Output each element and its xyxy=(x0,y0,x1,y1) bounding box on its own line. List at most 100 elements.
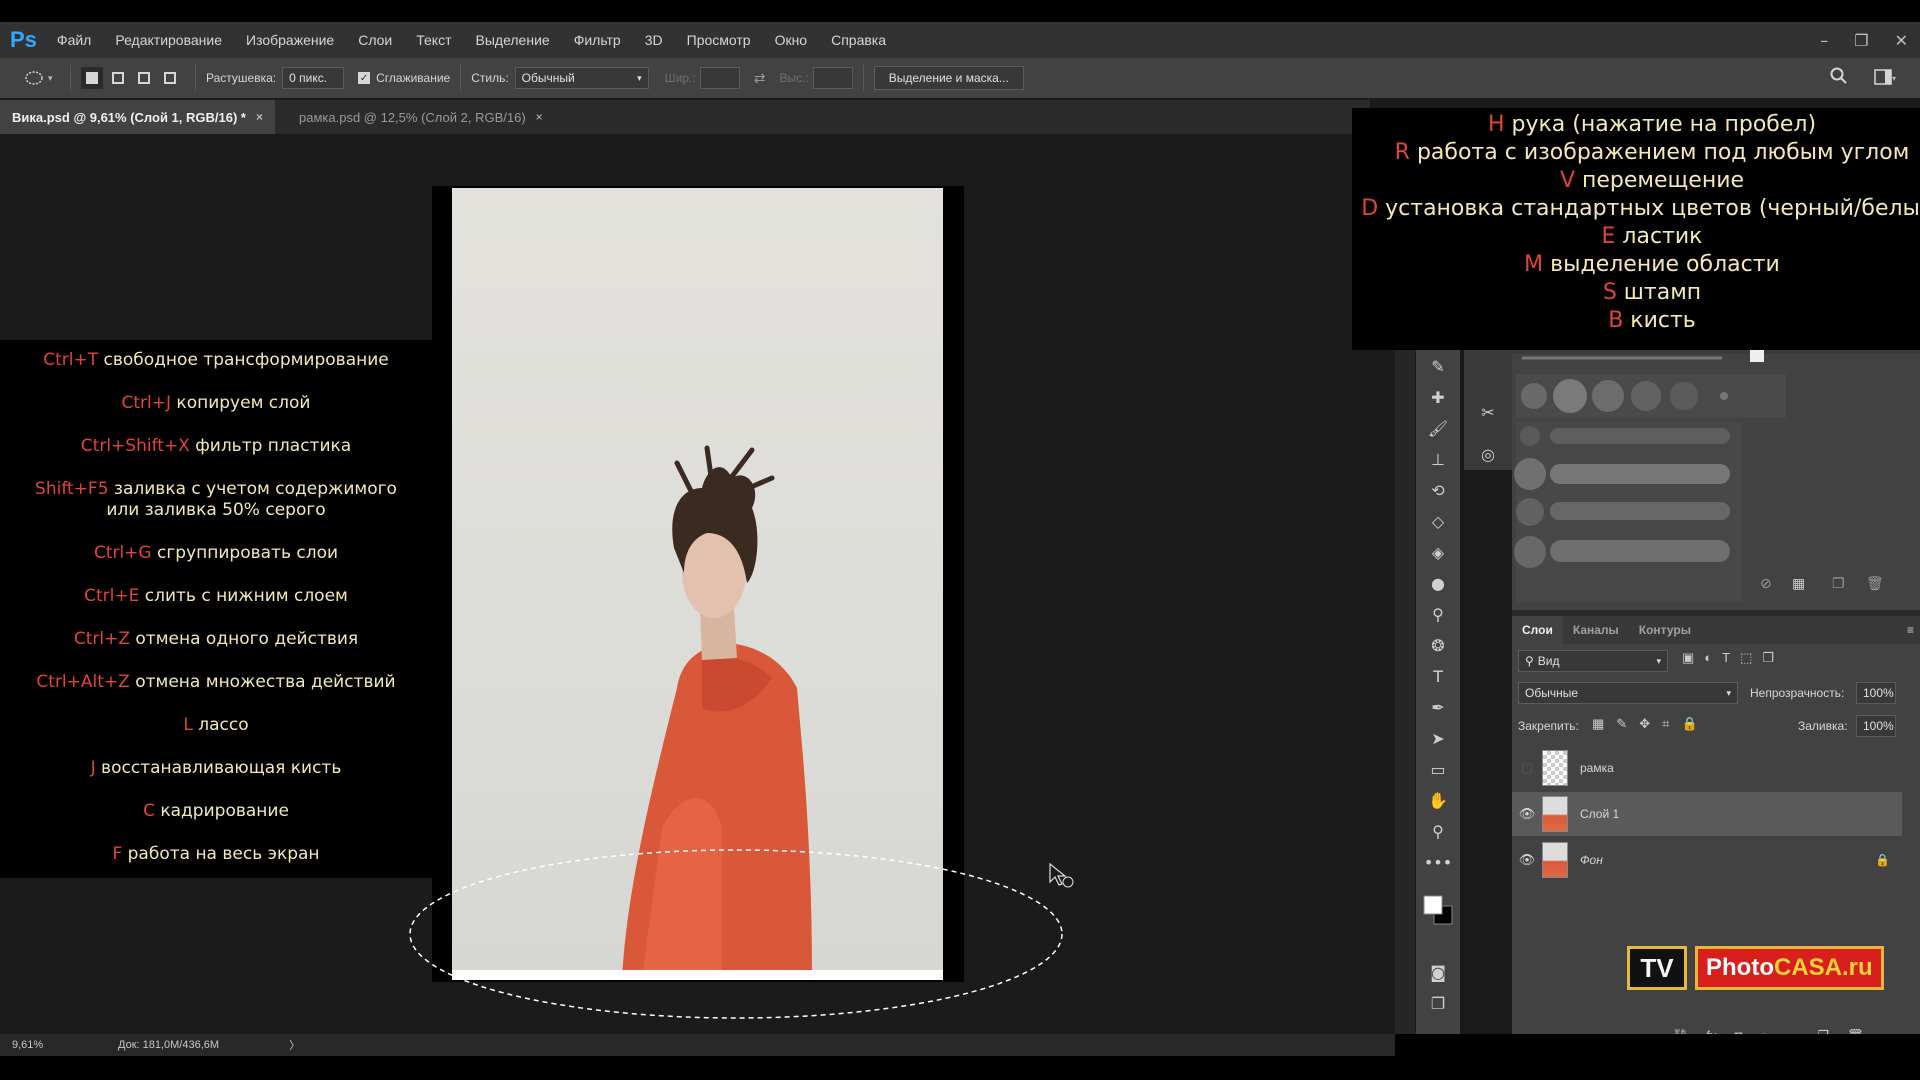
eye-icon[interactable]: 👁 xyxy=(1512,806,1542,822)
height-input[interactable] xyxy=(812,67,853,89)
shortcut-line: Ctrl+Z отмена одного действия xyxy=(73,629,359,649)
lock-all-icon[interactable]: 🔒 xyxy=(1681,716,1697,732)
intersect-selection-icon[interactable] xyxy=(159,67,181,89)
style-select[interactable]: Обычный ▾ xyxy=(514,67,649,89)
rectangle-icon[interactable]: ▭ xyxy=(1416,755,1460,783)
color-swatches-icon[interactable] xyxy=(1416,890,1460,930)
opacity-input[interactable]: 100% xyxy=(1856,682,1896,704)
eye-icon[interactable]: 👁 xyxy=(1512,852,1542,868)
close-icon[interactable]: × xyxy=(256,110,263,124)
tab-ramka[interactable]: рамка.psd @ 12,5% (Слой 2, RGB/16) × xyxy=(287,100,555,134)
lock-label: Закрепить: xyxy=(1518,719,1579,733)
visibility-toggle[interactable]: ▢ xyxy=(1512,760,1542,776)
close-icon[interactable]: ✕ xyxy=(1895,31,1908,50)
minimize-icon[interactable]: – xyxy=(1820,31,1828,50)
tools-panel: ✎ ✚ 🖌 ⊥ ⟲ ◇ ◈ ● ⚲ ❂ T ✒ ➤ ▭ ✋ ⚲ ••• ◙ ❐ xyxy=(1416,350,1460,1055)
pencil-icon[interactable]: ✎ xyxy=(1416,352,1460,380)
filter-shape-icon[interactable]: ⬚ xyxy=(1740,650,1752,666)
add-selection-icon[interactable] xyxy=(107,67,129,89)
menu-edit[interactable]: Редактирование xyxy=(115,32,222,48)
more-tools-icon[interactable]: ••• xyxy=(1416,848,1460,876)
zoom-icon[interactable]: ⚲ xyxy=(1416,817,1460,845)
new-selection-icon[interactable] xyxy=(81,67,103,89)
shortcut-line: F работа на весь экран xyxy=(112,844,320,864)
filter-pixel-icon[interactable]: ▣ xyxy=(1682,650,1694,666)
blend-mode-select[interactable]: Обычные ▾ xyxy=(1518,682,1738,704)
dodge-icon[interactable]: ⚲ xyxy=(1416,600,1460,628)
brush-icon[interactable]: 🖌 xyxy=(1416,414,1460,442)
bucket-icon[interactable]: ◈ xyxy=(1416,538,1460,566)
keys-overlay: H рука (нажатие на пробел) R работа с из… xyxy=(1352,108,1920,350)
tab-layers[interactable]: Слои xyxy=(1512,616,1563,644)
width-input[interactable] xyxy=(699,67,740,89)
tool-presets-icon[interactable]: ✂ xyxy=(1466,398,1510,426)
key-line: R работа с изображением под любым углом xyxy=(1394,140,1910,165)
logo-photo: Photo xyxy=(1706,954,1774,981)
layer-filter-select[interactable]: ⚲ Вид ▾ xyxy=(1518,650,1668,672)
filter-adjustment-icon[interactable]: ◐ xyxy=(1704,650,1712,666)
menu-file[interactable]: Файл xyxy=(57,32,91,48)
ellipse-selection[interactable] xyxy=(406,846,1066,1022)
menu-3d[interactable]: 3D xyxy=(645,32,663,48)
chevron-right-icon[interactable]: 〉 xyxy=(289,1037,300,1053)
feather-input[interactable]: 0 пикс. xyxy=(282,67,345,89)
tab-channels[interactable]: Каналы xyxy=(1563,616,1629,644)
lock-pixels-icon[interactable]: ▦ xyxy=(1592,716,1604,732)
select-and-mask-button[interactable]: Выделение и маска... xyxy=(873,66,1024,90)
layer-row-ramka[interactable]: ▢ рамка xyxy=(1512,746,1902,790)
eraser-icon[interactable]: ◇ xyxy=(1416,507,1460,535)
tab-paths[interactable]: Контуры xyxy=(1629,616,1701,644)
tab-label: рамка.psd @ 12,5% (Слой 2, RGB/16) xyxy=(299,109,526,125)
screen-mode-icon[interactable]: ❐ xyxy=(1416,989,1460,1017)
stamp-icon[interactable]: ⊥ xyxy=(1416,445,1460,473)
menu-view[interactable]: Просмотр xyxy=(687,32,751,48)
filter-type-icon[interactable]: T xyxy=(1722,650,1730,666)
swap-icon[interactable]: ⇄ xyxy=(754,70,766,87)
layer-thumbnail xyxy=(1542,750,1568,786)
menu-image[interactable]: Изображение xyxy=(246,32,334,48)
cursor-icon xyxy=(1049,862,1074,888)
shortcut-line: Ctrl+J копируем слой xyxy=(121,393,311,413)
zoom-level[interactable]: 9,61% xyxy=(12,1039,102,1051)
fill-label: Заливка: xyxy=(1798,719,1848,733)
menu-select[interactable]: Выделение xyxy=(476,32,550,48)
shortcut-line: L лассо xyxy=(183,715,249,735)
menu-layers[interactable]: Слои xyxy=(358,32,392,48)
layer-row-sloy1[interactable]: 👁 Слой 1 xyxy=(1512,792,1902,836)
antialias-checkbox[interactable]: ✓ xyxy=(358,72,371,84)
shortcut-line: J восстанавливающая кисть xyxy=(90,758,342,778)
ellipse-marquee-icon[interactable]: ▾ xyxy=(24,70,60,86)
cc-libraries-icon[interactable]: ◎ xyxy=(1466,440,1510,468)
panel-menu-icon[interactable]: ≡ xyxy=(1907,616,1914,644)
blur-icon[interactable]: ● xyxy=(1416,569,1460,597)
search-icon[interactable] xyxy=(1830,67,1848,90)
quick-mask-icon[interactable]: ◙ xyxy=(1416,958,1460,986)
path-select-icon[interactable]: ➤ xyxy=(1416,724,1460,752)
layer-row-fon[interactable]: 👁 Фон 🔒 xyxy=(1512,838,1902,882)
lock-artboard-icon[interactable]: ⌗ xyxy=(1662,716,1669,732)
logo-tv: TV xyxy=(1627,946,1687,990)
close-icon[interactable]: × xyxy=(536,110,543,124)
filter-smart-icon[interactable]: ❐ xyxy=(1762,650,1774,666)
blend-mode-value: Обычные xyxy=(1525,686,1579,700)
spot-healing-icon[interactable]: ✚ xyxy=(1416,383,1460,411)
menu-bar: Ps Файл Редактирование Изображение Слои … xyxy=(0,22,1920,58)
hand-icon[interactable]: ✋ xyxy=(1416,786,1460,814)
menu-type[interactable]: Текст xyxy=(416,32,451,48)
svg-text:▦: ▦ xyxy=(1792,576,1805,592)
workspace-icon[interactable]: ▾ xyxy=(1874,68,1896,88)
menu-window[interactable]: Окно xyxy=(775,32,808,48)
lock-position-icon[interactable]: ✥ xyxy=(1639,716,1650,732)
fill-input[interactable]: 100% xyxy=(1856,715,1896,737)
feather-label: Растушевка: xyxy=(206,71,277,85)
lock-paint-icon[interactable]: ✎ xyxy=(1616,716,1627,732)
subtract-selection-icon[interactable] xyxy=(133,67,155,89)
sponge-icon[interactable]: ❂ xyxy=(1416,631,1460,659)
menu-help[interactable]: Справка xyxy=(831,32,886,48)
type-tool-icon[interactable]: T xyxy=(1416,662,1460,690)
tab-vika[interactable]: Вика.psd @ 9,61% (Слой 1, RGB/16) * × xyxy=(0,100,275,134)
menu-filter[interactable]: Фильтр xyxy=(574,32,621,48)
history-brush-icon[interactable]: ⟲ xyxy=(1416,476,1460,504)
pen-icon[interactable]: ✒ xyxy=(1416,693,1460,721)
restore-icon[interactable]: ❐ xyxy=(1854,31,1868,50)
